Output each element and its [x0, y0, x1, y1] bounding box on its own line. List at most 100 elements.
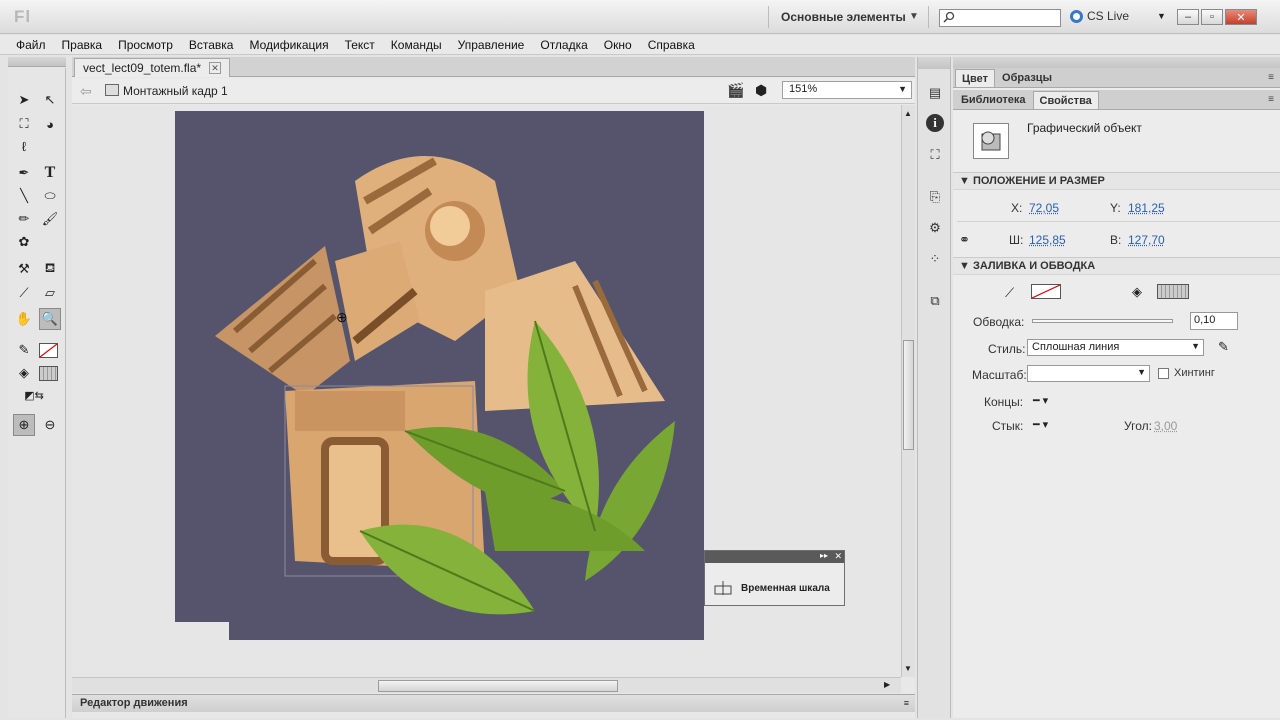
zoom-in-icon[interactable]: ⊕ — [13, 414, 35, 436]
chevron-down-icon[interactable]: ▼ — [898, 84, 907, 94]
timeline-label[interactable]: Временная шкала — [741, 583, 830, 594]
info-icon[interactable]: i — [926, 114, 944, 132]
align-icon[interactable]: ▤ — [925, 83, 945, 103]
search-input[interactable] — [939, 9, 1061, 27]
motion-editor-label[interactable]: Редактор движения — [80, 697, 188, 709]
oval-tool-icon[interactable]: ⬭ — [39, 185, 61, 207]
back-arrow-icon[interactable]: ⇦ — [80, 83, 92, 100]
style-select[interactable]: Сплошная линия ▼ — [1027, 339, 1204, 356]
bone-tool-icon[interactable]: ⚒ — [13, 258, 35, 280]
components-icon[interactable]: ⚙ — [925, 218, 945, 238]
y-value[interactable]: 181,25 — [1128, 201, 1165, 215]
tools-panel-header[interactable] — [8, 57, 66, 67]
tab-library[interactable]: Библиотека — [955, 91, 1032, 109]
subselection-tool-icon[interactable]: ↖ — [39, 89, 61, 111]
stroke-color-swatch[interactable] — [1031, 284, 1061, 299]
edit-stroke-icon[interactable]: ✎ — [1218, 339, 1229, 355]
actions-icon[interactable]: ⎘ — [925, 187, 945, 207]
menu-modify[interactable]: Модификация — [249, 38, 328, 52]
width-value[interactable]: 125,85 — [1029, 233, 1066, 247]
totem-artwork[interactable] — [175, 111, 704, 640]
panel-menu-icon[interactable]: ≡ — [1268, 94, 1274, 105]
eyedropper-tool-icon[interactable]: ⟋ — [13, 282, 35, 304]
fill-color-swatch[interactable] — [39, 366, 58, 381]
fill-color-icon[interactable]: ◈ — [13, 362, 35, 384]
menu-insert[interactable]: Вставка — [189, 38, 234, 52]
join-select[interactable]: ━ ▾ — [1033, 418, 1048, 431]
document-tab[interactable]: vect_lect09_totem.fla* ✕ — [74, 58, 231, 77]
menu-help[interactable]: Справка — [648, 38, 695, 52]
scroll-down-icon[interactable]: ▼ — [904, 664, 912, 673]
paint-bucket-tool-icon[interactable]: ⛾ — [39, 258, 61, 280]
pencil-tool-icon[interactable]: ✏ — [13, 208, 35, 230]
free-transform-tool-icon[interactable]: ⛶ — [13, 113, 35, 135]
panel-menu-icon[interactable]: ≡ — [904, 698, 909, 708]
scene-label[interactable]: Монтажный кадр 1 — [123, 84, 228, 98]
hinting-checkbox[interactable] — [1158, 368, 1169, 379]
scroll-right-icon[interactable]: ▶ — [884, 680, 890, 689]
vertical-scroll-thumb[interactable] — [903, 340, 914, 450]
strip-header[interactable] — [918, 57, 950, 69]
edit-scene-icon[interactable]: 🎬 — [727, 82, 744, 99]
brush-tool-icon[interactable]: 🖌 — [39, 208, 61, 230]
menu-window[interactable]: Окно — [604, 38, 632, 52]
zoom-select[interactable]: 151% ▼ — [782, 81, 912, 99]
tab-color[interactable]: Цвет — [955, 69, 996, 87]
scale-select[interactable]: ▼ — [1027, 365, 1150, 382]
menu-file[interactable]: Файл — [16, 38, 46, 52]
maximize-button[interactable]: ▫ — [1201, 9, 1223, 25]
close-icon[interactable]: ✕ — [834, 551, 842, 562]
tab-swatches[interactable]: Образцы — [996, 69, 1058, 87]
horizontal-scroll-thumb[interactable] — [378, 680, 618, 692]
fill-stroke-section[interactable]: ▼ ЗАЛИВКА И ОБВОДКА — [953, 257, 1280, 275]
scroll-up-icon[interactable]: ▲ — [904, 109, 912, 118]
menu-view[interactable]: Просмотр — [118, 38, 173, 52]
fill-color-swatch[interactable] — [1157, 284, 1189, 299]
miter-value[interactable]: 3,00 — [1154, 419, 1177, 433]
menu-commands[interactable]: Команды — [391, 38, 442, 52]
line-tool-icon[interactable]: ╲ — [13, 185, 35, 207]
panel-title-bar[interactable]: ▸▸ ✕ — [705, 551, 844, 563]
close-button[interactable]: ✕ — [1225, 9, 1257, 25]
caps-select[interactable]: ━ ▾ — [1033, 394, 1048, 407]
link-icon[interactable]: ⚭ — [959, 232, 970, 248]
transform-icon[interactable]: ⛶ — [925, 145, 945, 165]
menu-debug[interactable]: Отладка — [540, 38, 587, 52]
edit-symbols-icon[interactable]: ⬢ — [755, 82, 767, 99]
motion-editor-bar[interactable]: Редактор движения ≡ — [72, 694, 915, 712]
chevron-down-icon[interactable]: ▼ — [909, 11, 919, 22]
expand-icon[interactable]: ▸▸ — [820, 551, 828, 560]
stage[interactable] — [175, 111, 704, 640]
zoom-out-icon[interactable]: ⊖ — [39, 414, 61, 436]
close-icon[interactable]: ✕ — [209, 62, 222, 74]
hand-tool-icon[interactable]: ✋ — [13, 308, 35, 330]
selection-tool-icon[interactable]: ➤ — [13, 89, 35, 111]
cs-live-button[interactable]: CS Live — [1070, 9, 1129, 23]
text-tool-icon[interactable]: T — [39, 162, 61, 184]
stroke-color-swatch[interactable] — [39, 343, 58, 358]
minimize-button[interactable]: ‒ — [1177, 9, 1199, 25]
chevron-down-icon[interactable]: ▼ — [1157, 11, 1166, 21]
eraser-tool-icon[interactable]: ▱ — [39, 282, 61, 304]
lasso-tool-icon[interactable]: ℓ — [13, 135, 35, 157]
position-size-section[interactable]: ▼ ПОЛОЖЕНИЕ И РАЗМЕР — [953, 172, 1280, 190]
zoom-tool-icon[interactable]: 🔍 — [39, 308, 61, 330]
menu-control[interactable]: Управление — [458, 38, 525, 52]
3d-rotation-tool-icon[interactable]: ◕ — [39, 113, 61, 135]
panel-menu-icon[interactable]: ≡ — [1268, 72, 1274, 83]
stroke-input[interactable]: 0,10 — [1190, 312, 1238, 330]
history-icon[interactable]: ⧉ — [925, 291, 945, 311]
horizontal-scrollbar[interactable]: ▶ — [72, 677, 901, 693]
timeline-floating-panel[interactable]: ▸▸ ✕ Временная шкала — [704, 550, 845, 606]
menu-edit[interactable]: Правка — [62, 38, 103, 52]
stroke-color-icon[interactable]: ✎ — [13, 339, 35, 361]
pen-tool-icon[interactable]: ✒ — [13, 162, 35, 184]
motion-presets-icon[interactable]: ⁘ — [925, 249, 945, 269]
tab-properties[interactable]: Свойства — [1032, 91, 1099, 109]
deco-tool-icon[interactable]: ✿ — [13, 231, 35, 253]
stroke-slider[interactable] — [1032, 319, 1173, 323]
menu-text[interactable]: Текст — [345, 38, 375, 52]
x-value[interactable]: 72,05 — [1029, 201, 1059, 215]
swap-colors-icon[interactable]: ◩⇆ — [23, 384, 45, 406]
workspace-switcher[interactable]: Основные элементы — [781, 10, 906, 24]
